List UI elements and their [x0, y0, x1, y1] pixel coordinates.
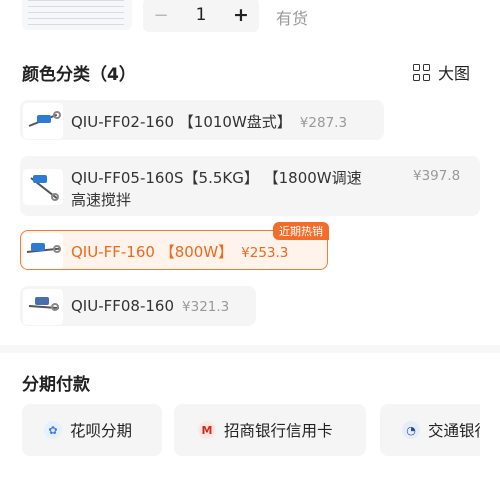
large-view-label: 大图: [437, 64, 470, 83]
option-price: ¥287.3: [299, 115, 348, 131]
color-section-title: 颜色分类（4）: [22, 65, 136, 85]
decrease-quantity-button[interactable]: −: [143, 5, 179, 26]
installment-option-huabei[interactable]: ✿ 花呗分期: [22, 404, 162, 456]
installment-option-cmb[interactable]: M 招商银行信用卡: [174, 404, 366, 456]
option-price: ¥397.8: [413, 168, 461, 184]
quantity-stepper: − 1 +: [143, 0, 259, 32]
quantity-value[interactable]: 1: [179, 5, 223, 25]
option-price: ¥321.3: [182, 299, 230, 315]
option-name: QIU-FF02-160 【1010W盘式】: [71, 113, 292, 131]
product-thumbnail: [23, 233, 63, 269]
installment-label: 招商银行信用卡: [224, 422, 333, 440]
color-option-ff08[interactable]: QIU-FF08-160 ¥321.3: [20, 286, 256, 326]
installment-option-bocom[interactable]: ◔ 交通银行: [380, 404, 480, 456]
grid-view-icon: [412, 63, 430, 81]
option-name-line2: 高速搅拌: [71, 191, 132, 209]
installment-label: 交通银行: [428, 422, 480, 440]
stock-status: 有货: [276, 9, 309, 28]
increase-quantity-button[interactable]: +: [223, 4, 259, 26]
selected-product-thumbnail: [22, 0, 132, 30]
product-thumbnail: [23, 289, 63, 325]
product-thumbnail: [23, 103, 63, 139]
bocom-icon: ◔: [402, 421, 420, 439]
option-name: QIU-FF08-160: [71, 297, 175, 315]
hot-sale-badge: 近期热销: [273, 222, 329, 240]
cmb-icon: M: [198, 421, 216, 439]
option-price: ¥253.3: [241, 245, 289, 261]
option-name: QIU-FF-160 【800W】: [71, 243, 234, 261]
section-divider: [0, 345, 500, 353]
installment-label: 花呗分期: [70, 422, 133, 440]
huabei-icon: ✿: [44, 421, 62, 439]
product-thumbnail: [23, 169, 63, 205]
option-name: QIU-FF05-160S【5.5KG】 【1800W调速: [71, 169, 362, 187]
installment-section-title: 分期付款: [22, 375, 90, 395]
color-option-ff-selected[interactable]: QIU-FF-160 【800W】 ¥253.3 近期热销: [20, 222, 329, 270]
color-option-ff05[interactable]: QIU-FF05-160S【5.5KG】 【1800W调速 ¥397.8 高速搅…: [20, 156, 480, 216]
color-option-ff02[interactable]: QIU-FF02-160 【1010W盘式】 ¥287.3: [20, 100, 384, 140]
large-view-toggle[interactable]: 大图: [412, 60, 470, 84]
